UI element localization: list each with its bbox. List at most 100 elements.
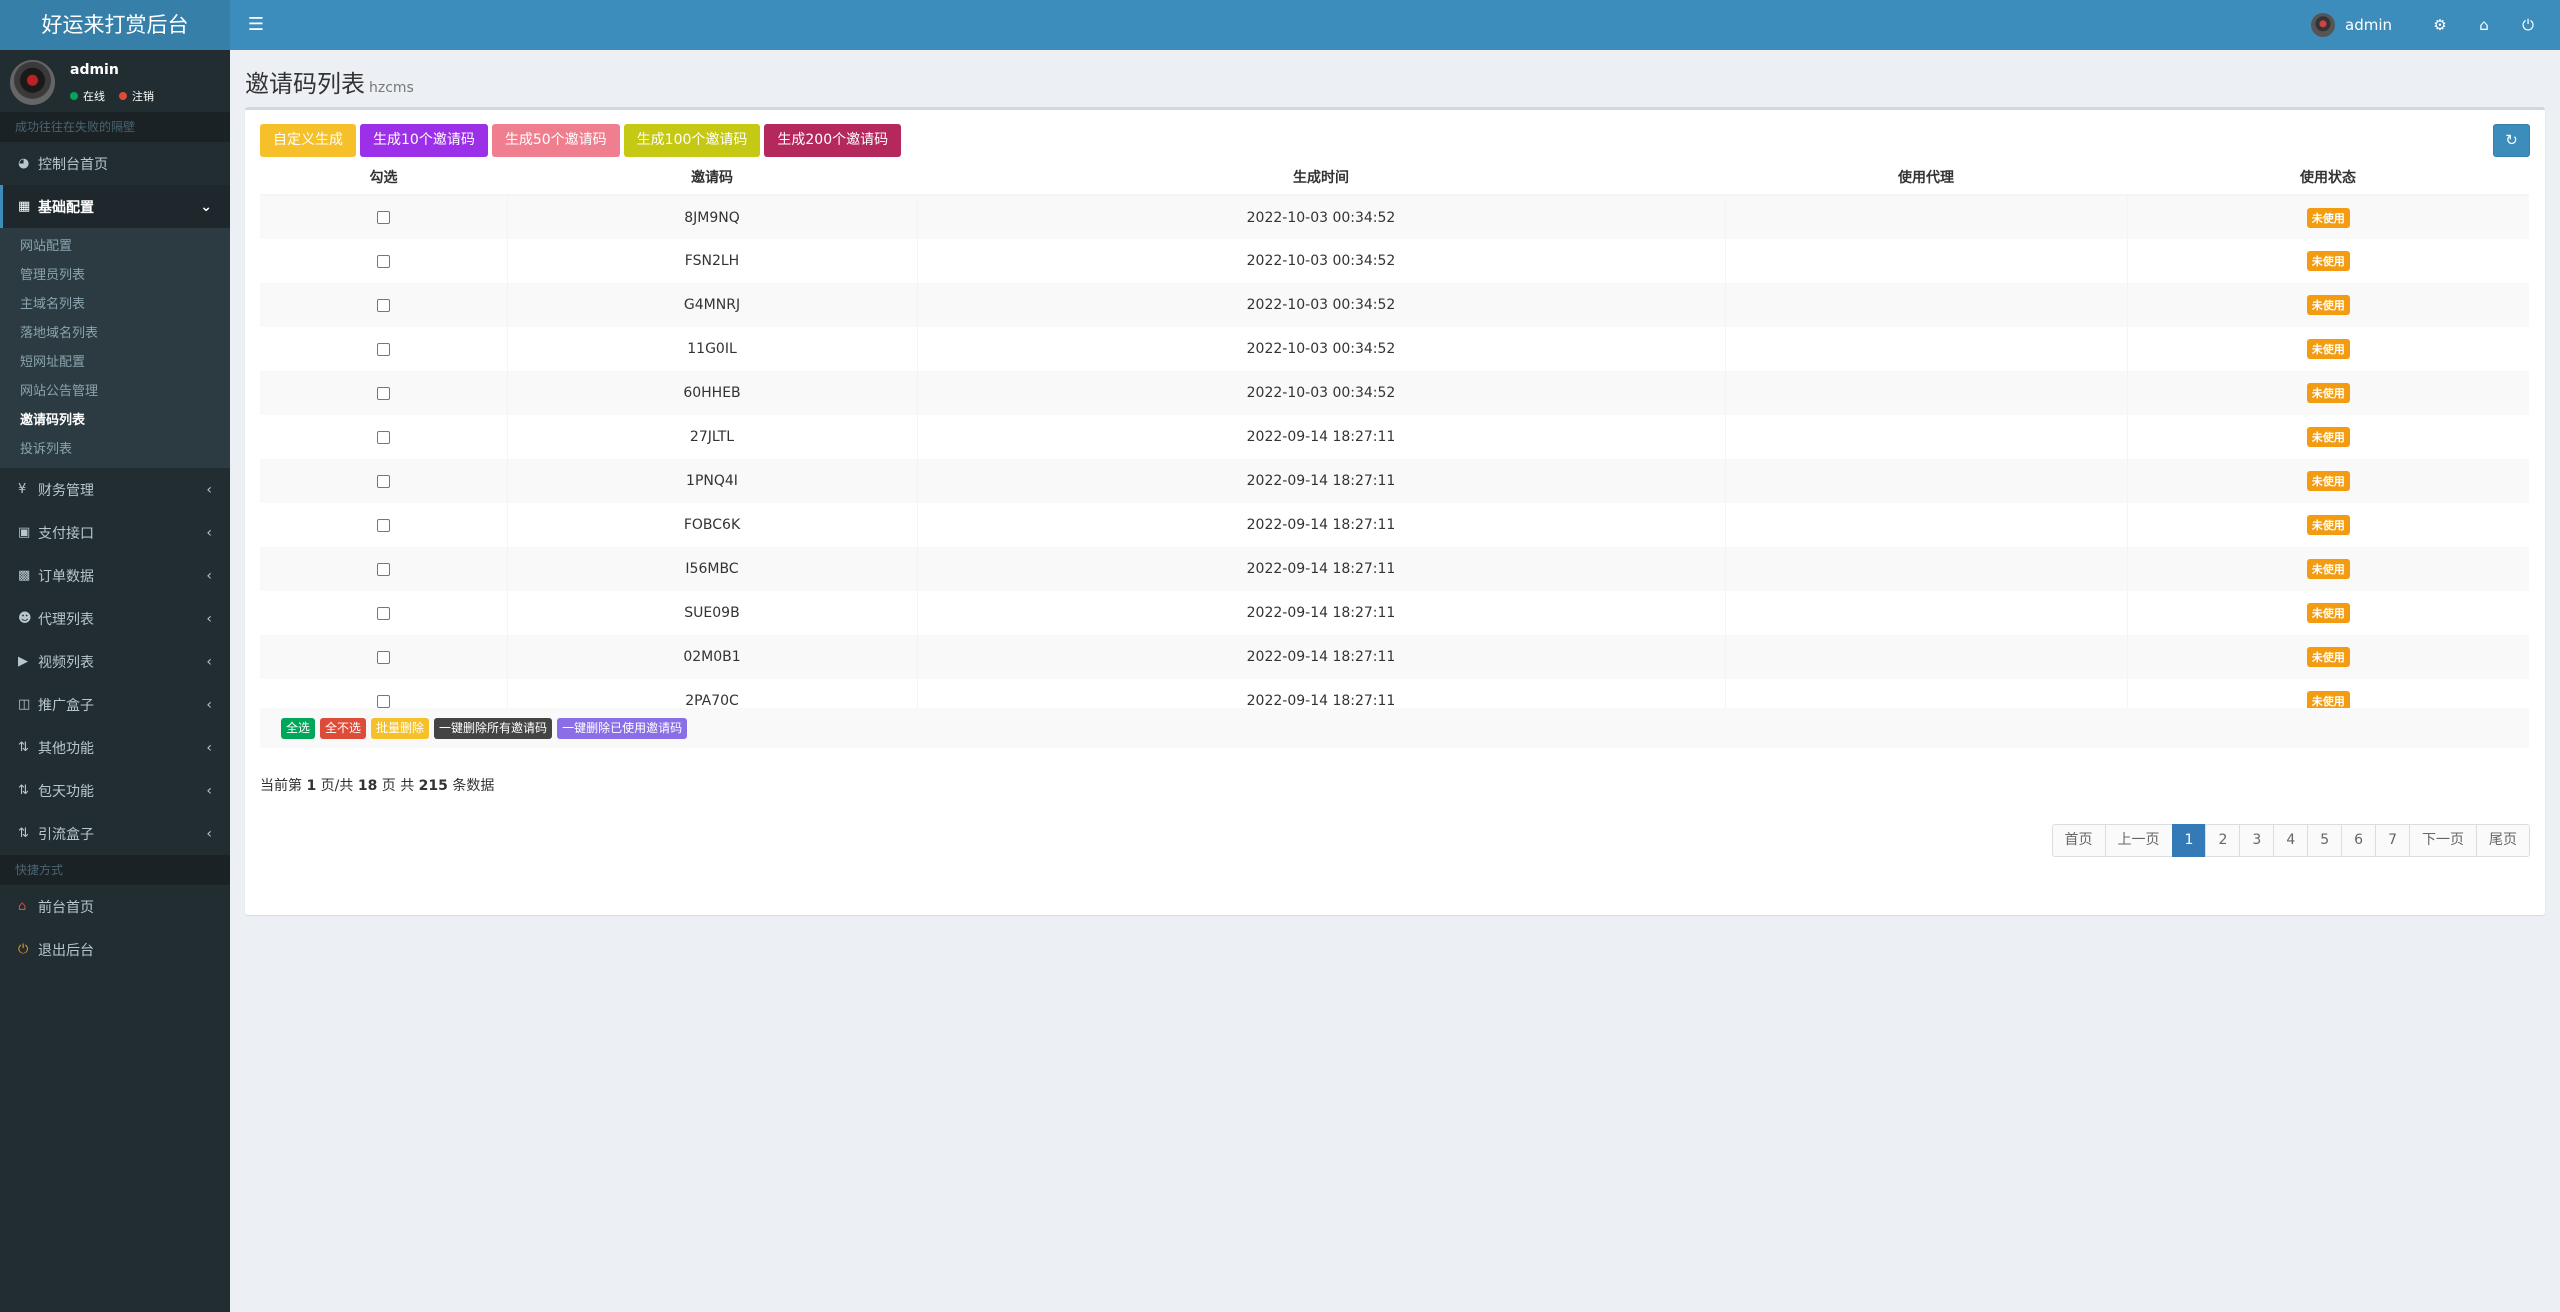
sidebar-item-payment[interactable]: ▣ 支付接口 ‹ <box>0 511 230 554</box>
page-button-4[interactable]: 4 <box>2273 824 2309 857</box>
row-checkbox[interactable] <box>376 650 390 664</box>
page-info: 当前第 1 页/共 18 页 共 215 条数据 <box>260 775 494 795</box>
sidebar-toggle-icon[interactable]: ☰ <box>244 13 268 37</box>
sidebar-item-logout[interactable]: ⏻ 退出后台 <box>0 928 230 971</box>
delete-all-codes-button[interactable]: 一键删除所有邀请码 <box>434 717 553 739</box>
invite-code-table: 勾选 邀请码 生成时间 使用代理 使用状态 8JM9NQ 2022-10-03 0… <box>260 160 2529 723</box>
submenu-item-complaints[interactable]: 投诉列表 <box>0 435 230 464</box>
sidebar-item-finance[interactable]: ¥ 财务管理 ‹ <box>0 468 230 511</box>
row-checkbox[interactable] <box>376 254 390 268</box>
sidebar-item-promo-box[interactable]: ◫ 推广盒子 ‹ <box>0 683 230 726</box>
row-select-cell <box>260 283 507 327</box>
status-cell: 未使用 <box>2126 415 2529 459</box>
page-button-7[interactable]: 7 <box>2375 824 2410 857</box>
app-logo[interactable]: 好运来打赏后台 <box>0 0 230 50</box>
code-cell: 1PNQ4I <box>506 459 917 503</box>
submenu-item-short-url[interactable]: 短网址配置 <box>0 348 230 377</box>
user-name: admin <box>70 62 119 78</box>
batch-delete-button[interactable]: 批量删除 <box>371 717 430 739</box>
agent-cell <box>1724 415 2127 459</box>
sidebar-item-daily[interactable]: ⇅ 包天功能 ‹ <box>0 769 230 812</box>
sidebar-item-frontend-home[interactable]: ⌂ 前台首页 <box>0 885 230 928</box>
submenu-item-invite-codes[interactable]: 邀请码列表 <box>0 406 230 435</box>
row-select-cell <box>260 635 507 679</box>
row-checkbox[interactable] <box>376 342 390 356</box>
page-button-6[interactable]: 6 <box>2341 824 2377 857</box>
generate-10-button[interactable]: 生成10个邀请码 <box>360 124 488 157</box>
payment-icon: ▣ <box>18 525 31 540</box>
submenu-item-main-domain[interactable]: 主域名列表 <box>0 290 230 319</box>
bar-chart-icon: ▩ <box>18 568 31 583</box>
generate-100-button[interactable]: 生成100个邀请码 <box>623 124 761 157</box>
sidebar-item-other[interactable]: ⇅ 其他功能 ‹ <box>0 726 230 769</box>
submenu-item-landing-domain[interactable]: 落地域名列表 <box>0 319 230 348</box>
status-badge: 未使用 <box>2306 647 2350 667</box>
navbar-user-menu[interactable]: admin <box>2311 13 2392 37</box>
main-content: 邀请码列表 hzcms 自定义生成 生成10个邀请码 生成50个邀请码 生成10… <box>230 50 2560 1312</box>
user-panel: admin 在线 注销 <box>0 50 230 112</box>
status-logout[interactable]: 注销 <box>119 88 154 104</box>
agent-cell <box>1724 327 2127 371</box>
sidebar-item-dashboard[interactable]: ◕ 控制台首页 <box>0 142 230 185</box>
table-row: 60HHEB 2022-10-03 00:34:52 未使用 <box>260 371 2529 415</box>
page-button-2[interactable]: 2 <box>2205 824 2241 857</box>
submenu-item-announcements[interactable]: 网站公告管理 <box>0 377 230 406</box>
code-cell: G4MNRJ <box>506 283 917 327</box>
avatar <box>2311 13 2335 37</box>
generate-200-button[interactable]: 生成200个邀请码 <box>764 124 902 157</box>
sidebar-item-orders[interactable]: ▩ 订单数据 ‹ <box>0 554 230 597</box>
sidebar-item-agents[interactable]: ☻ 代理列表 ‹ <box>0 597 230 640</box>
row-checkbox[interactable] <box>376 606 390 620</box>
home-icon[interactable]: ⌂ <box>2462 16 2506 34</box>
row-checkbox[interactable] <box>376 474 390 488</box>
table-row: 02M0B1 2022-09-14 18:27:11 未使用 <box>260 635 2529 679</box>
sidebar-item-basic-config[interactable]: ▦ 基础配置 ⌄ <box>0 185 230 228</box>
select-all-button[interactable]: 全选 <box>281 717 316 739</box>
row-checkbox[interactable] <box>376 211 390 224</box>
status-cell: 未使用 <box>2126 283 2529 327</box>
navbar-right: admin ⚙ ⌂ ⏻ <box>2311 0 2550 50</box>
page-info-suffix: 条数据 <box>447 778 495 794</box>
page-header: 邀请码列表 hzcms <box>245 64 414 99</box>
sidebar-item-label: 推广盒子 <box>38 697 94 714</box>
submenu-item-site-config[interactable]: 网站配置 <box>0 232 230 261</box>
row-checkbox[interactable] <box>376 298 390 312</box>
sidebar-item-label: 代理列表 <box>38 611 94 628</box>
code-cell: SUE09B <box>506 591 917 635</box>
code-cell: 02M0B1 <box>506 635 917 679</box>
prev-page-button[interactable]: 上一页 <box>2104 824 2173 857</box>
delete-used-codes-button[interactable]: 一键删除已使用邀请码 <box>557 717 688 739</box>
row-checkbox[interactable] <box>376 518 390 532</box>
first-page-button[interactable]: 首页 <box>2051 824 2106 857</box>
last-page-button[interactable]: 尾页 <box>2476 824 2530 857</box>
status-badge: 未使用 <box>2306 427 2350 447</box>
generate-50-button[interactable]: 生成50个邀请码 <box>491 124 620 157</box>
refresh-button[interactable]: ↻ <box>2493 124 2530 157</box>
submenu-item-admin-list[interactable]: 管理员列表 <box>0 261 230 290</box>
user-status: 在线 注销 <box>70 88 154 104</box>
row-checkbox[interactable] <box>376 430 390 444</box>
retweet-icon: ⇅ <box>18 783 29 798</box>
row-checkbox[interactable] <box>376 694 390 708</box>
custom-generate-button[interactable]: 自定义生成 <box>260 124 356 157</box>
settings-icon[interactable]: ⚙ <box>2418 16 2462 34</box>
next-page-button[interactable]: 下一页 <box>2409 824 2477 857</box>
status-badge: 未使用 <box>2306 559 2350 579</box>
page-button-3[interactable]: 3 <box>2239 824 2275 857</box>
table-row: SUE09B 2022-09-14 18:27:11 未使用 <box>260 591 2529 635</box>
row-select-cell <box>260 195 507 239</box>
status-badge: 未使用 <box>2306 515 2350 535</box>
page-button-5[interactable]: 5 <box>2307 824 2343 857</box>
power-icon[interactable]: ⏻ <box>2506 16 2550 34</box>
users-icon: ☻ <box>18 611 32 626</box>
row-checkbox[interactable] <box>376 386 390 400</box>
sidebar-item-traffic-box[interactable]: ⇅ 引流盒子 ‹ <box>0 812 230 855</box>
select-none-button[interactable]: 全不选 <box>320 717 367 739</box>
row-select-cell <box>260 503 507 547</box>
sidebar-item-videos[interactable]: ▶ 视频列表 ‹ <box>0 640 230 683</box>
page-button-1[interactable]: 1 <box>2171 824 2207 857</box>
online-dot-icon <box>70 92 78 100</box>
row-checkbox[interactable] <box>376 562 390 576</box>
status-cell: 未使用 <box>2126 635 2529 679</box>
sidebar-hint: 成功往往在失败的隔壁 <box>0 112 230 142</box>
